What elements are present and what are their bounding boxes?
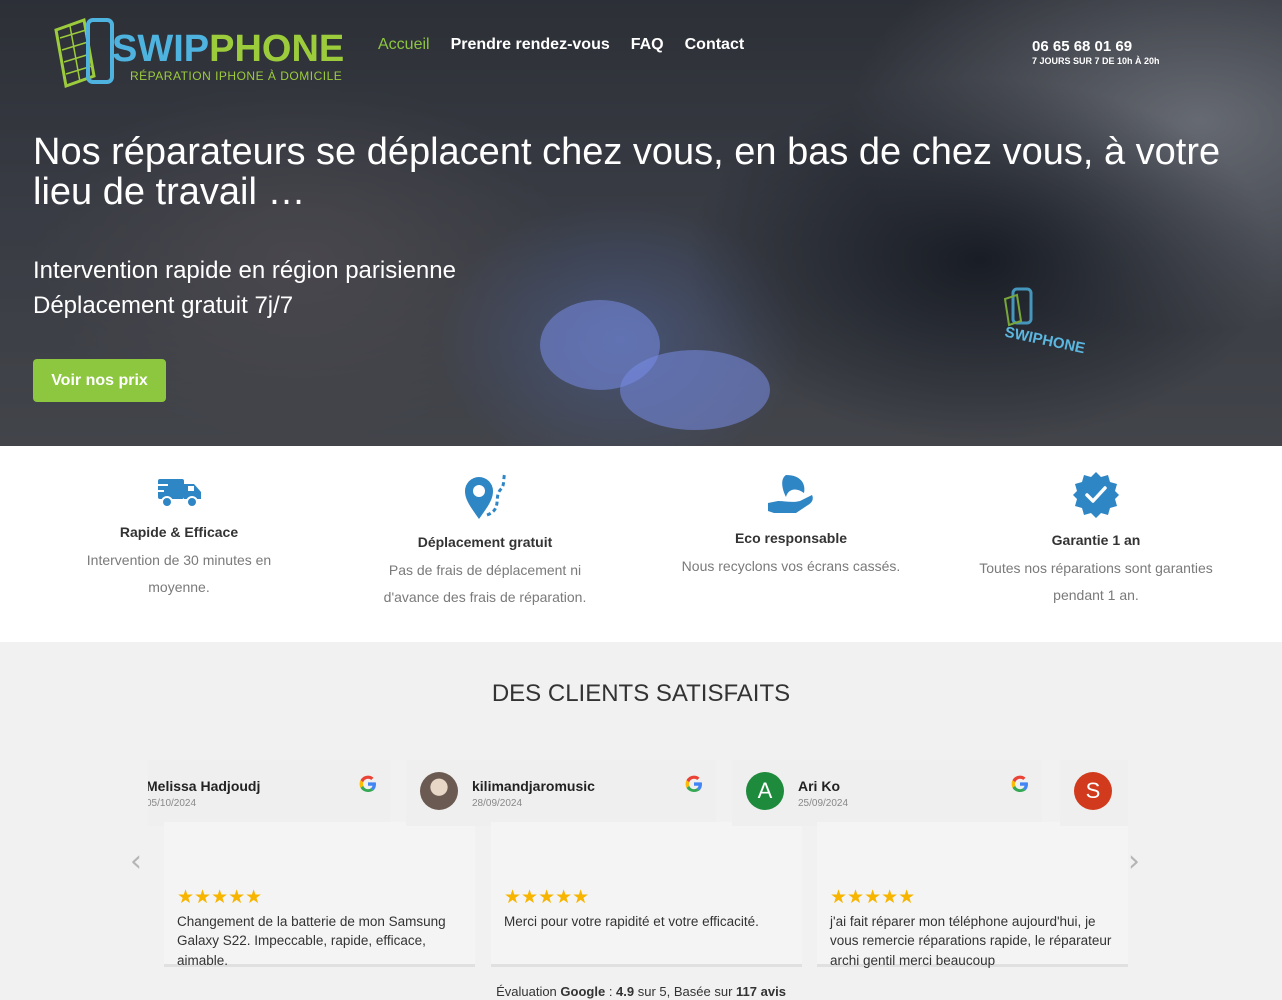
avatar: A	[746, 772, 784, 810]
map-pin-route-icon	[465, 472, 507, 519]
carousel-prev-arrow[interactable]: ‹	[130, 844, 142, 879]
nav-link-contact[interactable]: Contact	[685, 36, 745, 54]
feature-title: Rapide & Efficace	[119, 524, 239, 540]
star-rating: ★★★★★	[177, 886, 263, 908]
star-rating: ★★★★★	[830, 886, 916, 908]
logo-tagline: RÉPARATION IPHONE À DOMICILE	[130, 69, 343, 83]
nav-link-accueil[interactable]: Accueil	[378, 36, 430, 54]
review-card: ★★★★★ Merci pour votre rapidité et votre…	[491, 822, 802, 967]
feature-item: Eco responsable Nous recyclons vos écran…	[671, 446, 911, 580]
hero-glove-right	[620, 350, 770, 430]
features-section: Rapide & Efficace Intervention de 30 min…	[0, 446, 1282, 642]
hero-title: Nos réparateurs se déplacent chez vous, …	[33, 131, 1221, 213]
site-logo[interactable]: SWIPPHONE RÉPARATION IPHONE À DOMICILE	[50, 16, 344, 88]
avatar	[420, 772, 458, 810]
review-card-header: Melissa Hadjoudj 05/10/2024	[148, 760, 390, 826]
delivery-truck-icon	[154, 479, 201, 508]
google-rating-summary: Évaluation Google : 4.9 sur 5, Basée sur…	[496, 984, 786, 999]
review-text: j'ai fait réparer mon téléphone aujourd'…	[830, 914, 1112, 968]
review-date: 25/09/2024	[798, 798, 849, 809]
nav-link-faq[interactable]: FAQ	[631, 36, 664, 54]
rating-prefix: Évaluation	[496, 984, 557, 999]
feature-item: Déplacement gratuit Pas de frais de dépl…	[365, 446, 605, 611]
feature-item: Rapide & Efficace Intervention de 30 min…	[59, 446, 299, 601]
review-date: 28/09/2024	[472, 798, 523, 809]
review-date: 05/10/2024	[148, 798, 197, 809]
reviews-title: DES CLIENTS SATISFAITS	[491, 680, 791, 707]
feature-description: Intervention de 30 minutes en moyenne.	[86, 552, 272, 595]
badge-check-icon	[1073, 472, 1119, 518]
feature-title: Déplacement gratuit	[417, 534, 553, 550]
phone-number[interactable]: 06 65 68 01 69	[1032, 38, 1160, 55]
google-icon	[685, 775, 702, 792]
review-text: Merci pour votre rapidité et votre effic…	[504, 914, 759, 929]
review-card: ★★★★★ j'ai fait réparer mon téléphone au…	[817, 822, 1128, 968]
feature-description: Toutes nos réparations sont garanties pe…	[979, 560, 1213, 603]
feature-title: Eco responsable	[734, 530, 848, 546]
review-card-header: kilimandjaromusic 28/09/2024	[406, 760, 716, 826]
rating-source: Google	[560, 984, 606, 999]
rating-middle: sur 5, Basée sur	[637, 984, 733, 999]
opening-hours: 7 JOURS SUR 7 DE 10h À 20h	[1032, 56, 1160, 66]
carousel-next-arrow[interactable]: ›	[1128, 844, 1140, 879]
feature-title: Garantie 1 an	[1051, 532, 1141, 548]
star-rating: ★★★★★	[504, 886, 590, 908]
see-prices-button[interactable]: Voir nos prix	[33, 359, 166, 402]
feature-description: Nous recyclons vos écrans cassés.	[681, 558, 901, 574]
hand-recycle-icon	[768, 475, 813, 513]
avatar: S	[1074, 772, 1112, 810]
main-nav: Accueil Prendre rendez-vous FAQ Contact	[378, 36, 744, 54]
feature-item: Garantie 1 an Toutes nos réparations son…	[976, 446, 1216, 609]
rating-count: 117 avis	[736, 984, 786, 999]
hero-subtitle-line-2: Déplacement gratuit 7j/7	[33, 291, 294, 319]
reviews-carousel[interactable]: Melissa Hadjoudj 05/10/2024 ★★★★★ Change…	[148, 760, 1128, 970]
review-card-header: A Ari Ko 25/09/2024	[732, 760, 1042, 826]
logo-wordmark: SWIPPHONE	[112, 28, 345, 70]
hero-banner: SWIPHONE SWIPPHONE RÉPARATION IPHONE À D…	[0, 0, 1282, 446]
google-icon	[1011, 775, 1028, 792]
reviewer-name: kilimandjaromusic	[472, 778, 595, 794]
review-card-header: S	[1060, 760, 1128, 826]
rating-score: 4.9	[616, 984, 635, 999]
header-phone[interactable]: 06 65 68 01 69 7 JOURS SUR 7 DE 10h À 20…	[1032, 38, 1160, 66]
google-icon	[359, 775, 376, 792]
hero-subtitle-line-1: Intervention rapide en région parisienne	[33, 257, 456, 284]
reviews-section: DES CLIENTS SATISFAITS Melissa Hadjoudj …	[0, 642, 1282, 1000]
reviewer-name: Melissa Hadjoudj	[148, 778, 261, 794]
feature-description: Pas de frais de déplacement ni d'avance …	[383, 562, 587, 605]
review-text: Changement de la batterie de mon Samsung…	[177, 914, 446, 968]
reviewer-name: Ari Ko	[798, 778, 840, 794]
hero-subtitle: Intervention rapide en région parisienne…	[33, 254, 456, 324]
nav-link-prendre-rendez-vous[interactable]: Prendre rendez-vous	[451, 36, 610, 54]
review-card: ★★★★★ Changement de la batterie de mon S…	[164, 822, 475, 968]
